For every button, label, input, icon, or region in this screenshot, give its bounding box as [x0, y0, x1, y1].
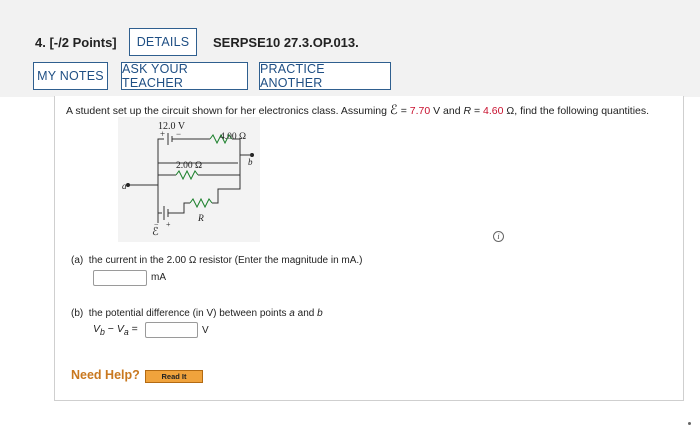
- read-it-button[interactable]: Read It: [145, 370, 203, 383]
- resistor-4-label: 4.00 Ω: [220, 132, 246, 142]
- need-help-label: Need Help?: [71, 368, 140, 382]
- resistor-2-label: 2.00 Ω: [176, 161, 202, 171]
- my-notes-button[interactable]: MY NOTES: [33, 62, 108, 90]
- info-icon[interactable]: i: [493, 231, 504, 242]
- part-a-question: (a) the current in the 2.00 Ω resistor (…: [71, 255, 363, 266]
- details-button[interactable]: DETAILS: [129, 28, 197, 56]
- part-b-answer-input[interactable]: [145, 322, 198, 338]
- r-symbol: R: [463, 105, 472, 117]
- practice-another-button[interactable]: PRACTICE ANOTHER: [259, 62, 391, 90]
- problem-statement: A student set up the circuit shown for h…: [66, 102, 650, 117]
- emf-value: 7.70: [409, 105, 431, 117]
- question-number: 4.: [35, 35, 46, 50]
- emf-symbol: ℰ: [389, 102, 398, 117]
- question-points: [-/2 Points]: [49, 35, 117, 50]
- point-a-label: a: [122, 181, 127, 191]
- potential-difference-expression: Vb − Va =: [93, 323, 138, 338]
- resistor-r-label: R: [197, 214, 204, 224]
- question-header: 4. [-/2 Points] DETAILS SERPSE10 27.3.OP…: [0, 0, 700, 97]
- battery-minus: −: [176, 129, 181, 139]
- decorative-dot: [688, 422, 691, 425]
- question-code: SERPSE10 27.3.OP.013.: [213, 35, 359, 50]
- battery-plus: +: [160, 129, 165, 139]
- circuit-svg: 12.0 V + − 4.00 Ω 2.00 Ω R ℰ a b − +: [122, 121, 254, 238]
- part-a-unit: mA: [151, 272, 166, 283]
- part-b-unit: V: [202, 325, 209, 336]
- question-title: 4. [-/2 Points]: [35, 35, 117, 50]
- emf-plus: +: [166, 220, 171, 229]
- emf-minus: −: [154, 220, 159, 229]
- part-b-question: (b) the potential difference (in V) betw…: [71, 308, 323, 319]
- ask-teacher-button[interactable]: ASK YOUR TEACHER: [121, 62, 248, 90]
- r-value: 4.60: [483, 105, 504, 117]
- part-a-answer-input[interactable]: [93, 270, 147, 286]
- point-b-label: b: [248, 157, 253, 167]
- circuit-diagram: 12.0 V + − 4.00 Ω 2.00 Ω R ℰ a b − +: [118, 117, 260, 242]
